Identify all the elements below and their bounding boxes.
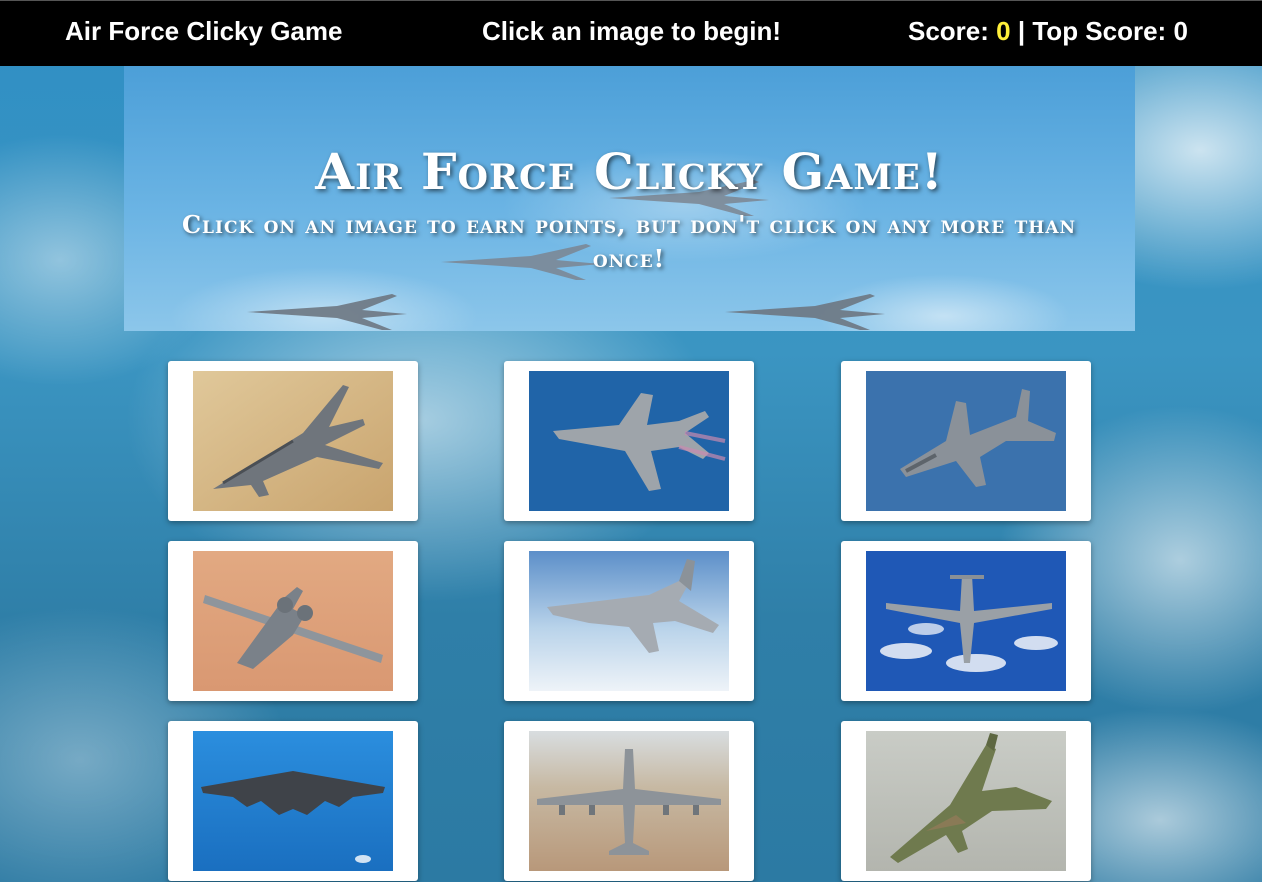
top-score-value: 0	[1173, 16, 1188, 46]
top-score-label: Top Score:	[1032, 16, 1174, 46]
card-b52[interactable]	[504, 721, 754, 881]
navbar: Air Force Clicky Game Click an image to …	[0, 0, 1262, 66]
f22-jet-icon	[529, 371, 729, 511]
card-image[interactable]	[529, 371, 729, 511]
score-separator: |	[1010, 16, 1033, 46]
card-image[interactable]	[866, 371, 1066, 511]
card-image[interactable]	[866, 551, 1066, 691]
f4-jet-icon	[866, 731, 1066, 871]
card-image[interactable]	[866, 731, 1066, 871]
nav-brand[interactable]: Air Force Clicky Game	[65, 16, 342, 47]
card-f35[interactable]	[841, 361, 1091, 521]
score-label: Score:	[908, 16, 997, 46]
formation-jet-icon	[247, 294, 407, 330]
card-image[interactable]	[529, 551, 729, 691]
card-b2[interactable]	[168, 721, 418, 881]
card-image[interactable]	[193, 731, 393, 871]
b1-bomber-icon	[866, 551, 1066, 691]
b52-bomber-icon	[529, 731, 729, 871]
b2-bomber-icon	[193, 731, 393, 871]
card-f4[interactable]	[841, 721, 1091, 881]
status-message: Click an image to begin!	[482, 16, 782, 46]
hero-banner: Air Force Clicky Game! Click on an image…	[124, 66, 1135, 331]
card-f15[interactable]	[504, 541, 754, 701]
f16-jet-icon	[193, 371, 393, 511]
page-subtitle: Click on an image to earn points, but do…	[181, 210, 1077, 273]
f35-jet-icon	[866, 371, 1066, 511]
formation-jet-icon	[725, 294, 885, 330]
score-value: 0	[996, 16, 1011, 46]
card-f16[interactable]	[168, 361, 418, 521]
a10-jet-icon	[193, 551, 393, 691]
score-display: Score: 0 | Top Score: 0	[908, 16, 1188, 47]
card-a10[interactable]	[168, 541, 418, 701]
card-b1[interactable]	[841, 541, 1091, 701]
card-image[interactable]	[193, 371, 393, 511]
page-title: Air Force Clicky Game!	[315, 142, 944, 201]
card-f22[interactable]	[504, 361, 754, 521]
card-image[interactable]	[193, 551, 393, 691]
card-image[interactable]	[529, 731, 729, 871]
f15-jet-icon	[529, 551, 729, 691]
